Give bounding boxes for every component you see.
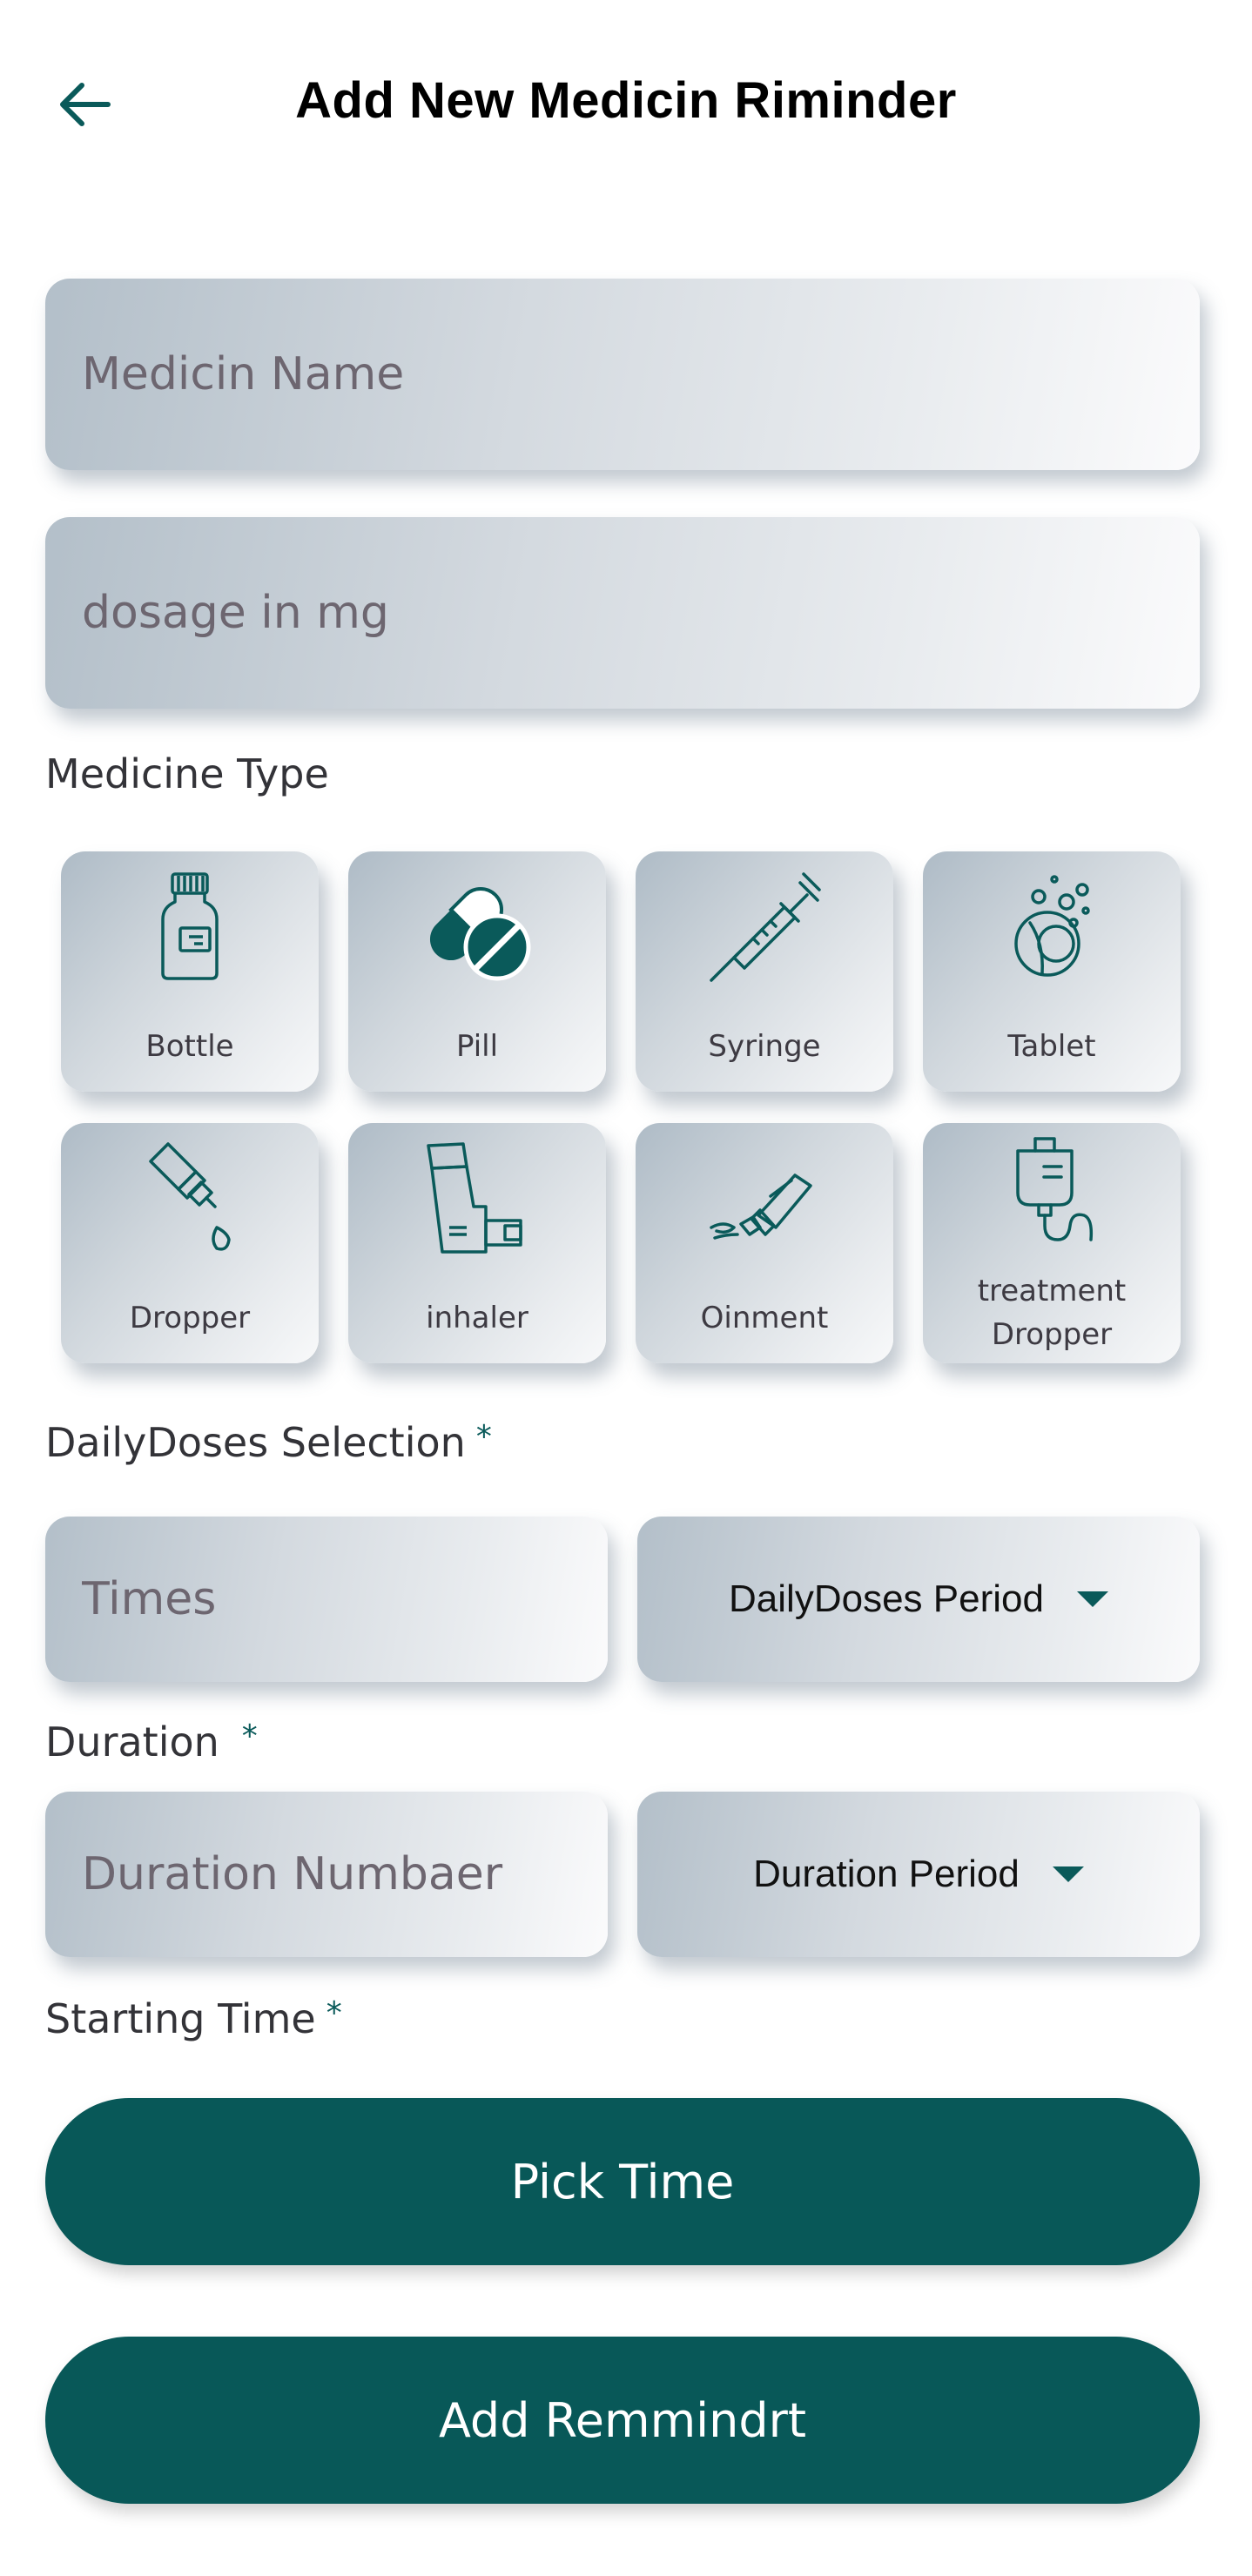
type-label: Dropper (129, 1301, 251, 1335)
tablet-icon (1014, 875, 1090, 977)
duration-label-text: Duration (45, 1718, 219, 1766)
duration-label: Duration * (45, 1718, 258, 1766)
syringe-icon (710, 872, 821, 982)
type-label: Syringe (708, 1029, 821, 1064)
pick-time-button[interactable]: Pick Time (45, 2098, 1200, 2265)
medicine-type-label: Medicine Type (45, 750, 329, 797)
add-reminder-button[interactable]: Add Remmindrt (45, 2337, 1200, 2504)
duration-number-input[interactable] (82, 1848, 608, 1900)
type-label: treatment Dropper (923, 1269, 1181, 1356)
required-mark: * (241, 1718, 258, 1754)
medicine-name-field[interactable] (45, 279, 1200, 470)
dropper-icon (149, 1142, 231, 1251)
type-card-syringe[interactable]: Syringe (636, 851, 893, 1092)
type-label: inhaler (426, 1301, 528, 1335)
dosage-field[interactable] (45, 517, 1200, 709)
type-label: Tablet (1007, 1029, 1096, 1064)
dosage-input[interactable] (82, 587, 1200, 639)
required-mark: * (326, 1995, 342, 2031)
type-card-bottle[interactable]: Bottle (61, 851, 319, 1092)
times-field[interactable] (45, 1517, 608, 1682)
type-label-line: Dropper (991, 1317, 1113, 1352)
type-card-pill[interactable]: Pill (348, 851, 606, 1092)
daily-doses-label-text: DailyDoses Selection (45, 1419, 466, 1466)
caret-down-icon (1052, 1866, 1084, 1882)
ointment-icon (710, 1174, 812, 1240)
starting-time-label-text: Starting Time (45, 1995, 316, 2042)
type-label-line: treatment (977, 1274, 1127, 1308)
caret-down-icon (1076, 1591, 1108, 1607)
required-mark: * (475, 1419, 492, 1455)
dropdown-value: Duration Period (753, 1853, 1020, 1895)
type-card-inhaler[interactable]: inhaler (348, 1123, 606, 1363)
times-input[interactable] (82, 1573, 608, 1625)
type-card-ointment[interactable]: Oinment (636, 1123, 893, 1363)
duration-number-field[interactable] (45, 1792, 608, 1957)
daily-doses-label: DailyDoses Selection * (45, 1419, 492, 1466)
inhaler-icon (427, 1142, 522, 1254)
type-card-tablet[interactable]: Tablet (923, 851, 1181, 1092)
iv-drip-icon (1016, 1137, 1094, 1241)
type-card-dropper[interactable]: Dropper (61, 1123, 319, 1363)
page-title: Add New Medicin Riminder (295, 72, 957, 129)
duration-period-dropdown[interactable]: Duration Period (637, 1792, 1200, 1957)
medicine-name-input[interactable] (82, 348, 1200, 400)
type-label: Pill (455, 1029, 499, 1064)
starting-time-label: Starting Time * (45, 1995, 342, 2042)
daily-doses-period-dropdown[interactable]: DailyDoses Period (637, 1517, 1200, 1682)
type-label: Bottle (145, 1029, 234, 1064)
type-label: Oinment (700, 1301, 829, 1335)
dropdown-value: DailyDoses Period (729, 1577, 1044, 1620)
pill-icon (429, 886, 531, 981)
bottle-icon (161, 872, 219, 980)
type-card-treatment-dropper[interactable]: treatment Dropper (923, 1123, 1181, 1363)
